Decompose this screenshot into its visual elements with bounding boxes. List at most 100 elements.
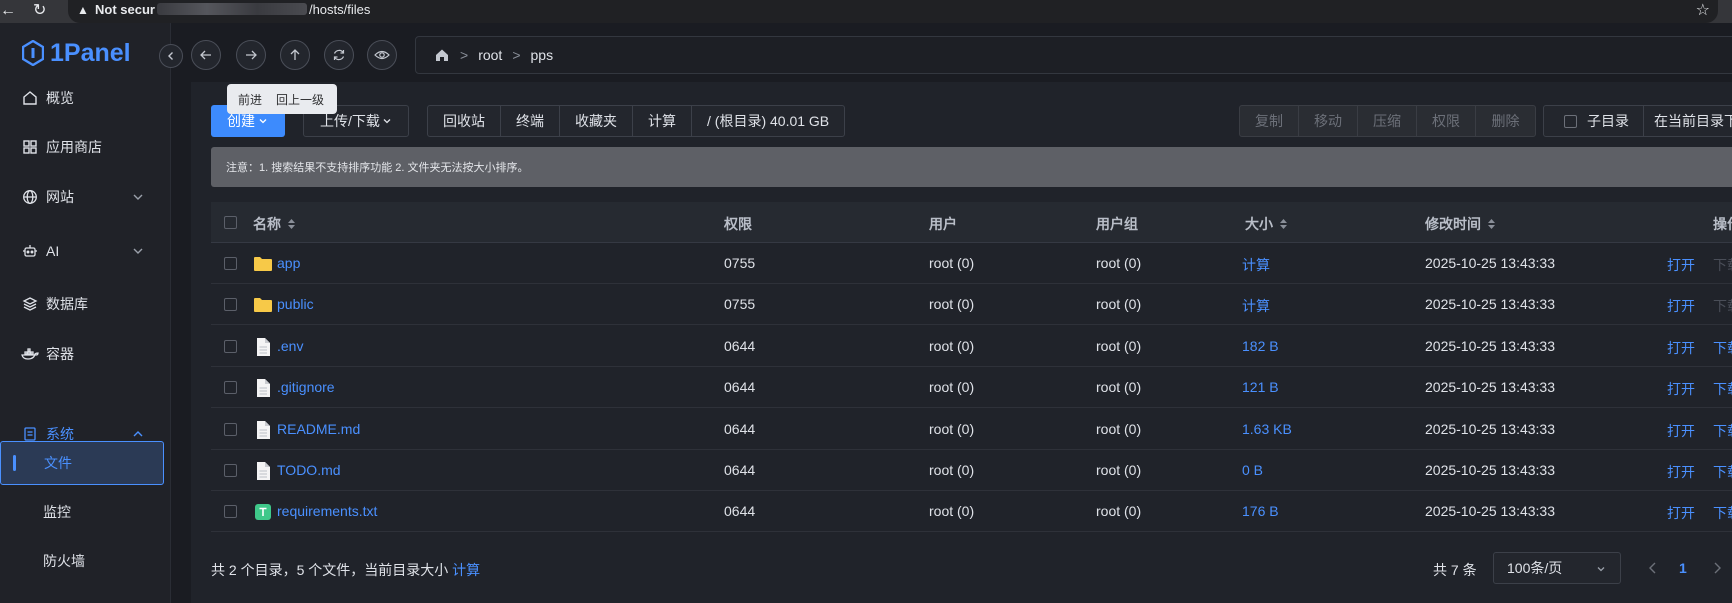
collapse-sidebar-button[interactable] (159, 44, 183, 68)
calculate-size-link[interactable]: 计算 (452, 562, 480, 578)
file-name-link[interactable]: requirements.txt (277, 503, 377, 519)
file-name-link[interactable]: app (277, 255, 300, 271)
file-name-link[interactable]: .gitignore (277, 379, 335, 395)
open-button[interactable]: 打开 (1667, 379, 1695, 399)
home-icon[interactable] (434, 47, 450, 63)
file-permission[interactable]: 0755 (724, 255, 755, 271)
copy-button[interactable]: 复制 (1240, 106, 1299, 136)
refresh-button[interactable] (324, 40, 354, 70)
delete-button[interactable]: 删除 (1476, 106, 1535, 136)
open-button[interactable]: 打开 (1667, 462, 1695, 482)
row-checkbox[interactable] (224, 464, 237, 477)
header-mtime[interactable]: 修改时间 (1425, 214, 1496, 234)
download-button[interactable]: 下载 (1713, 255, 1732, 275)
sidebar-item-websites[interactable]: 网站 (0, 175, 171, 219)
file-group[interactable]: root (0) (1096, 421, 1141, 437)
breadcrumb-item-root[interactable]: root (478, 47, 502, 63)
file-size[interactable]: 182 B (1242, 338, 1279, 354)
back-arrow-icon[interactable]: ← (0, 0, 16, 23)
file-permission[interactable]: 0644 (724, 421, 755, 437)
reload-icon[interactable]: ↻ (33, 0, 46, 23)
download-button[interactable]: 下载 (1713, 379, 1732, 399)
header-size[interactable]: 大小 (1245, 214, 1288, 234)
file-permission[interactable]: 0644 (724, 379, 755, 395)
page-number-current[interactable]: 1 (1679, 560, 1687, 576)
file-user[interactable]: root (0) (929, 503, 974, 519)
file-permission[interactable]: 0644 (724, 338, 755, 354)
sidebar-item-firewall[interactable]: 防火墙 (0, 539, 171, 583)
bookmark-star-icon[interactable]: ☆ (1696, 0, 1710, 20)
row-checkbox[interactable] (224, 298, 237, 311)
file-name-link[interactable]: public (277, 296, 314, 312)
download-button[interactable]: 下载 (1713, 421, 1732, 441)
open-button[interactable]: 打开 (1667, 296, 1695, 316)
file-user[interactable]: root (0) (929, 296, 974, 312)
file-user[interactable]: root (0) (929, 338, 974, 354)
terminal-button[interactable]: 终端 (501, 106, 560, 136)
open-button[interactable]: 打开 (1667, 338, 1695, 358)
file-size-calc[interactable]: 计算 (1242, 255, 1270, 275)
file-user[interactable]: root (0) (929, 462, 974, 478)
row-checkbox[interactable] (224, 381, 237, 394)
file-user[interactable]: root (0) (929, 255, 974, 271)
header-name[interactable]: 名称 (253, 214, 296, 234)
row-checkbox[interactable] (224, 257, 237, 270)
sidebar-item-containers[interactable]: 容器 (0, 332, 171, 376)
file-name-link[interactable]: TODO.md (277, 462, 341, 478)
prev-page-icon[interactable] (1646, 559, 1660, 577)
file-group[interactable]: root (0) (1096, 338, 1141, 354)
file-size-calc[interactable]: 计算 (1242, 296, 1270, 316)
file-size[interactable]: 176 B (1242, 503, 1279, 519)
subdir-checkbox[interactable] (1564, 114, 1577, 128)
favorites-button[interactable]: 收藏夹 (560, 106, 633, 136)
row-checkbox[interactable] (224, 423, 237, 436)
open-button[interactable]: 打开 (1667, 255, 1695, 275)
row-checkbox[interactable] (224, 340, 237, 353)
sidebar-item-ai[interactable]: AI (0, 229, 171, 273)
permission-button[interactable]: 权限 (1417, 106, 1476, 136)
page-size-select[interactable]: 100条/页 (1493, 552, 1621, 584)
sidebar-item-monitor[interactable]: 监控 (0, 490, 171, 534)
up-level-button[interactable] (280, 40, 310, 70)
sidebar-item-overview[interactable]: 概览 (0, 76, 171, 120)
select-all-checkbox[interactable] (224, 216, 237, 229)
file-group[interactable]: root (0) (1096, 503, 1141, 519)
file-group[interactable]: root (0) (1096, 255, 1141, 271)
file-group[interactable]: root (0) (1096, 462, 1141, 478)
file-permission[interactable]: 0644 (724, 503, 755, 519)
open-button[interactable]: 打开 (1667, 421, 1695, 441)
address-bar[interactable]: ▲ Not secur/hosts/files ☆ (68, 0, 1718, 23)
download-button[interactable]: 下载 (1713, 338, 1732, 358)
compress-button[interactable]: 压缩 (1358, 106, 1417, 136)
download-button[interactable]: 下载 (1713, 296, 1732, 316)
disk-usage-button[interactable]: / (根目录) 40.01 GB (692, 106, 844, 136)
download-button[interactable]: 下载 (1713, 503, 1732, 523)
file-size[interactable]: 0 B (1242, 462, 1263, 478)
move-button[interactable]: 移动 (1299, 106, 1358, 136)
file-group[interactable]: root (0) (1096, 379, 1141, 395)
app-logo[interactable]: 1Panel (22, 37, 131, 69)
forward-button[interactable] (236, 40, 266, 70)
search-scope-select[interactable]: 在当前目录下 (1654, 111, 1732, 131)
file-permission[interactable]: 0755 (724, 296, 755, 312)
sidebar-item-database[interactable]: 数据库 (0, 282, 171, 326)
file-user[interactable]: root (0) (929, 379, 974, 395)
breadcrumb-item-pps[interactable]: pps (531, 47, 554, 63)
file-user[interactable]: root (0) (929, 421, 974, 437)
next-page-icon[interactable] (1710, 559, 1724, 577)
file-name-link[interactable]: .env (277, 338, 303, 354)
sidebar-item-app-store[interactable]: 应用商店 (0, 125, 171, 169)
file-size[interactable]: 1.63 KB (1242, 421, 1292, 437)
download-button[interactable]: 下载 (1713, 462, 1732, 482)
open-button[interactable]: 打开 (1667, 503, 1695, 523)
file-permission[interactable]: 0644 (724, 462, 755, 478)
file-name-link[interactable]: README.md (277, 421, 360, 437)
calculate-button[interactable]: 计算 (633, 106, 692, 136)
file-group[interactable]: root (0) (1096, 296, 1141, 312)
row-checkbox[interactable] (224, 505, 237, 518)
recycle-bin-button[interactable]: 回收站 (428, 106, 501, 136)
file-size[interactable]: 121 B (1242, 379, 1279, 395)
back-button[interactable] (191, 40, 221, 70)
toggle-hidden-files-button[interactable] (367, 40, 397, 70)
sidebar-item-files[interactable]: 文件 (0, 441, 164, 485)
